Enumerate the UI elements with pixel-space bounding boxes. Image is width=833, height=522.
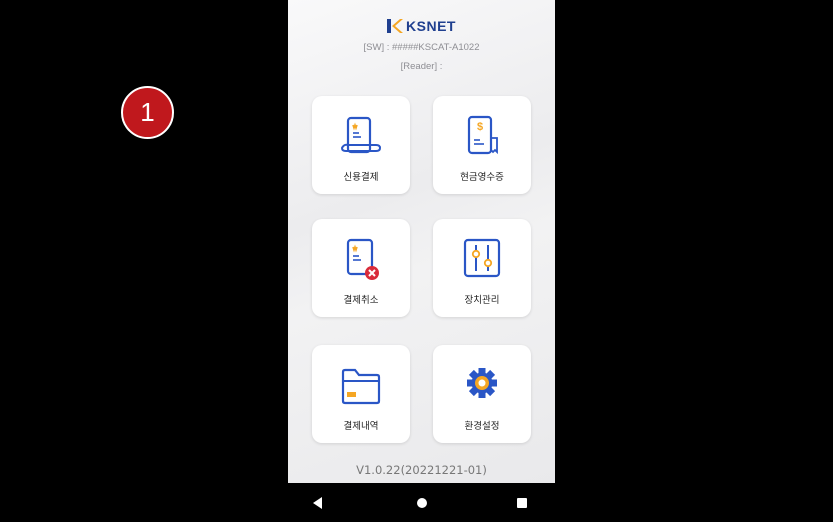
cash-receipt-label: 현금영수증 xyxy=(460,172,504,183)
brand-logo: KSNET xyxy=(288,18,555,34)
device-management-label: 장치관리 xyxy=(464,295,500,306)
payment-history-button[interactable]: 결제내역 xyxy=(312,345,410,443)
brand-name: KSNET xyxy=(406,18,456,34)
payment-history-label: 결제내역 xyxy=(343,421,379,432)
cash-receipt-icon: $ xyxy=(467,115,498,155)
sw-version-line: [SW] : #####KSCAT-A1022 xyxy=(363,42,480,53)
recent-apps-icon[interactable] xyxy=(512,493,532,513)
cash-receipt-button[interactable]: $ 현금영수증 xyxy=(433,96,531,194)
credit-payment-button[interactable]: 신용결제 xyxy=(312,96,410,194)
svg-text:$: $ xyxy=(477,121,483,133)
sliders-icon xyxy=(463,238,501,278)
settings-label: 환경설정 xyxy=(464,421,500,432)
app-version: V1.0.22(20221221-01) xyxy=(356,463,487,477)
reader-status-line: [Reader] : xyxy=(400,61,443,72)
back-icon[interactable] xyxy=(308,493,328,513)
cancel-payment-label: 결제취소 xyxy=(343,295,379,306)
home-icon[interactable] xyxy=(412,493,432,513)
gear-icon xyxy=(467,368,497,398)
android-navigation-bar xyxy=(288,483,555,522)
device-management-button[interactable]: 장치관리 xyxy=(433,219,531,317)
phone-frame: KSNET [SW] : #####KSCAT-A1022 [Reader] :… xyxy=(288,0,555,522)
credit-payment-label: 신용결제 xyxy=(343,172,379,183)
card-receipt-icon xyxy=(340,116,382,154)
cancel-card-icon xyxy=(346,238,379,280)
cancel-payment-button[interactable]: 결제취소 xyxy=(312,219,410,317)
settings-button[interactable]: 환경설정 xyxy=(433,345,531,443)
step-number-badge: 1 xyxy=(121,86,174,139)
ksnet-logo-icon xyxy=(387,19,404,33)
app-screen: KSNET [SW] : #####KSCAT-A1022 [Reader] :… xyxy=(288,0,555,483)
folder-icon xyxy=(341,368,381,405)
